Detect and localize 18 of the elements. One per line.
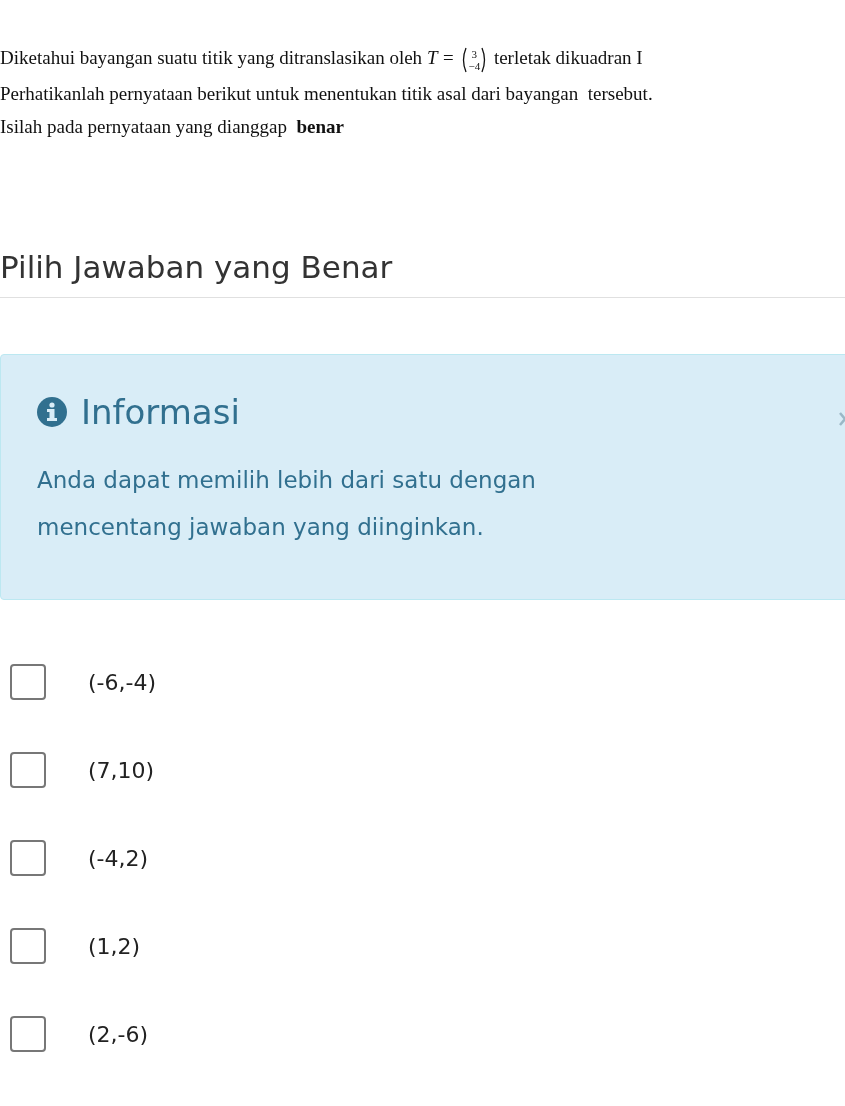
question-text: Perhatikanlah pernyataan berikut untuk menentukan titik asal dari bayangan tersebut. — [0, 82, 653, 106]
checkbox[interactable] — [10, 664, 46, 700]
option-label: (-4,2) — [88, 845, 149, 871]
checkbox[interactable] — [10, 840, 46, 876]
info-title: Informasi — [81, 395, 240, 429]
info-text: Anda dapat memilih lebih dari satu dengan mencentang jawaban yang diinginkan. — [37, 466, 537, 542]
checkbox[interactable] — [10, 928, 46, 964]
question-text: Isilah pada pernyataan yang dianggap benar — [0, 115, 344, 139]
option-label: (7,10) — [88, 757, 155, 783]
info-icon — [37, 397, 67, 427]
option-label: (-6,-4) — [88, 669, 157, 695]
option-label: (1,2) — [88, 933, 141, 959]
section-heading: Pilih Jawaban yang Benar — [0, 252, 393, 287]
question-text: Diketahui bayangan suatu titik yang ditranslasikan oleh T = 3 −4 terletak dikuadran I — [0, 45, 643, 75]
left-parenthesis-icon — [460, 46, 468, 73]
checkbox[interactable] — [10, 1016, 46, 1052]
checkbox[interactable] — [10, 752, 46, 788]
option-label: (2,-6) — [88, 1021, 149, 1047]
